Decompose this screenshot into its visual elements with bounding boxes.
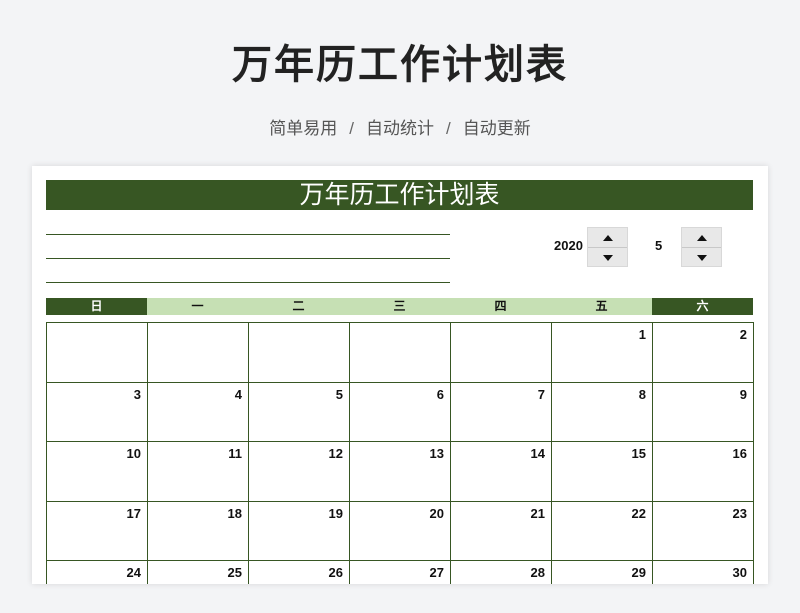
month-up-button[interactable] [682, 228, 721, 248]
year-down-button[interactable] [588, 248, 627, 267]
calendar-day-cell[interactable]: 22 [552, 500, 653, 560]
calendar-day-cell[interactable]: 1 [552, 322, 653, 382]
day-number: 12 [328, 446, 343, 461]
note-line[interactable] [46, 282, 450, 283]
note-line[interactable] [46, 258, 450, 259]
subtitle-item: 自动更新 [462, 119, 531, 138]
subtitle-separator: / [446, 119, 451, 138]
calendar-day-cell[interactable]: 7 [451, 381, 552, 441]
day-number: 19 [328, 505, 343, 521]
arrow-up-icon [696, 234, 707, 241]
calendar-day-cell[interactable]: 26 [249, 560, 350, 584]
calendar-sheet: 万年历工作计划表 2020 5 日 一 二 三 四 五 六 1234567891… [32, 166, 768, 584]
day-number: 1 [638, 327, 646, 342]
day-number: 25 [227, 565, 242, 580]
calendar-day-cell[interactable]: 11 [148, 441, 249, 501]
calendar-grid: 1 2 3 4 5 6 7 8 9 10 11 12 13 14 15 16 17 18 19 20 21 22 23 24 2… [46, 322, 754, 584]
day-number: 22 [631, 505, 646, 521]
calendar-day-cell[interactable] [148, 322, 249, 382]
note-line[interactable] [46, 234, 450, 235]
calendar-day-cell[interactable]: 17 [47, 500, 148, 560]
subtitle-separator: / [349, 119, 354, 138]
calendar-day-cell[interactable]: 24 [47, 560, 148, 584]
day-number: 20 [429, 505, 444, 521]
year-value: 2020 [554, 238, 583, 253]
calendar-day-cell[interactable]: 30 [653, 560, 754, 584]
calendar-day-cell[interactable]: 9 [653, 381, 754, 441]
calendar-day-cell[interactable]: 21 [451, 500, 552, 560]
day-number: 6 [436, 386, 444, 402]
arrow-up-icon [602, 234, 613, 241]
day-number: 9 [739, 386, 747, 402]
month-value: 5 [655, 238, 663, 253]
arrow-down-icon [696, 254, 707, 261]
day-number: 10 [126, 446, 141, 461]
calendar-day-cell[interactable] [249, 322, 350, 382]
month-spinner [681, 227, 722, 267]
day-number: 15 [631, 446, 646, 461]
weekday-friday: 五 [551, 298, 652, 315]
day-number: 14 [530, 446, 545, 461]
day-number: 23 [732, 505, 747, 521]
calendar-day-cell[interactable]: 12 [249, 441, 350, 501]
calendar-banner-title: 万年历工作计划表 [46, 180, 753, 210]
day-number: 17 [126, 505, 141, 521]
calendar-day-cell[interactable]: 27 [350, 560, 451, 584]
calendar-day-cell[interactable] [350, 322, 451, 382]
day-number: 13 [429, 446, 444, 461]
weekday-sunday: 日 [46, 298, 147, 315]
calendar-day-cell[interactable]: 6 [350, 381, 451, 441]
day-number: 18 [227, 505, 242, 521]
day-number: 7 [537, 386, 545, 402]
year-spinner [587, 227, 628, 267]
weekday-monday: 一 [147, 298, 248, 315]
calendar-day-cell[interactable]: 15 [552, 441, 653, 501]
day-number: 27 [429, 565, 444, 580]
calendar-day-cell[interactable]: 13 [350, 441, 451, 501]
calendar-day-cell[interactable]: 4 [148, 381, 249, 441]
calendar-day-cell[interactable]: 2 [653, 322, 754, 382]
calendar-day-cell[interactable]: 3 [47, 381, 148, 441]
calendar-day-cell[interactable]: 18 [148, 500, 249, 560]
day-number: 2 [739, 327, 747, 342]
day-number: 4 [234, 386, 242, 402]
day-number: 5 [335, 386, 343, 402]
day-number: 16 [732, 446, 747, 461]
calendar-day-cell[interactable]: 25 [148, 560, 249, 584]
day-number: 28 [530, 565, 545, 580]
calendar-day-cell[interactable]: 23 [653, 500, 754, 560]
subtitle-item: 简单易用 [269, 119, 338, 138]
calendar-day-cell[interactable]: 8 [552, 381, 653, 441]
arrow-down-icon [602, 254, 613, 261]
year-up-button[interactable] [588, 228, 627, 248]
weekday-saturday: 六 [652, 298, 753, 315]
day-number: 8 [638, 386, 646, 402]
day-number: 11 [228, 446, 242, 461]
subtitle-item: 自动统计 [366, 119, 434, 138]
calendar-day-cell[interactable]: 19 [249, 500, 350, 560]
day-number: 29 [631, 565, 646, 580]
day-number: 21 [530, 505, 545, 521]
page-title: 万年历工作计划表 [232, 43, 568, 87]
calendar-day-cell[interactable]: 5 [249, 381, 350, 441]
month-down-button[interactable] [682, 248, 721, 267]
weekday-tuesday: 二 [248, 298, 349, 315]
day-number: 24 [126, 565, 141, 580]
calendar-day-cell[interactable]: 10 [47, 441, 148, 501]
calendar-day-cell[interactable]: 16 [653, 441, 754, 501]
calendar-day-cell[interactable] [451, 322, 552, 382]
calendar-day-cell[interactable]: 20 [350, 500, 451, 560]
subtitle: 简单易用 / 自动统计 / 自动更新 [0, 114, 800, 139]
weekday-wednesday: 三 [349, 298, 450, 315]
day-number: 30 [732, 565, 747, 580]
calendar-day-cell[interactable] [47, 322, 148, 382]
weekday-thursday: 四 [450, 298, 551, 315]
calendar-day-cell[interactable]: 29 [552, 560, 653, 584]
day-number: 26 [328, 565, 343, 580]
calendar-day-cell[interactable]: 28 [451, 560, 552, 584]
calendar-day-cell[interactable]: 14 [451, 441, 552, 501]
day-number: 3 [133, 386, 141, 402]
weekday-header: 日 一 二 三 四 五 六 [46, 298, 753, 315]
